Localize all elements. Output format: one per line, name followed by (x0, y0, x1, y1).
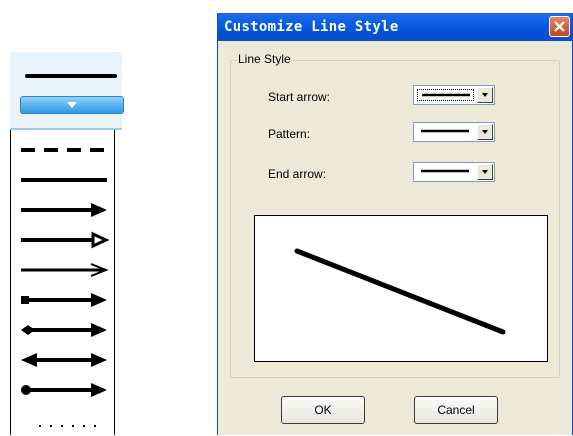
style-item-arrow-end[interactable] (11, 196, 114, 226)
dialog-title: Customize Line Style (224, 19, 399, 35)
start-arrow-dropdown-button[interactable] (477, 87, 493, 103)
ok-button[interactable]: OK (281, 396, 365, 424)
double-arrow-line-icon (21, 353, 107, 367)
style-item-thin-arrow-end[interactable] (11, 256, 114, 286)
group-label: Line Style (237, 52, 292, 66)
preview-line (294, 248, 506, 335)
picker-style-list (10, 130, 115, 435)
chevron-down-icon (482, 170, 488, 174)
picker-current-style[interactable] (10, 52, 124, 130)
open-arrow-end-line-icon (21, 231, 109, 249)
close-icon (554, 21, 565, 32)
chevron-down-icon (482, 130, 488, 134)
style-item-arrows-both[interactable] (11, 346, 114, 376)
dotted-line-icon (39, 425, 99, 427)
start-arrow-select[interactable] (413, 85, 495, 105)
arrow-end-line-icon (21, 203, 107, 217)
square-start-arrow-line-icon (21, 293, 107, 307)
chevron-down-icon (67, 102, 77, 108)
solid-line-icon (21, 178, 107, 182)
diamond-start-arrow-line-icon (21, 323, 107, 337)
style-item-solid[interactable] (11, 166, 114, 196)
close-button[interactable] (549, 16, 570, 37)
end-arrow-select[interactable] (413, 162, 495, 182)
end-arrow-dropdown-button[interactable] (477, 164, 493, 180)
style-item-open-arrow-end[interactable] (11, 226, 114, 256)
end-arrow-value (417, 166, 474, 178)
chevron-down-icon (482, 93, 488, 97)
dash-line-icon (21, 148, 107, 152)
line-preview-box (254, 215, 548, 362)
pattern-select[interactable] (413, 122, 495, 142)
customize-line-style-dialog: Customize Line Style Line Style Start ar… (217, 13, 573, 435)
thin-arrow-end-line-icon (21, 263, 109, 277)
picker-dropdown-button[interactable] (20, 96, 124, 114)
cancel-button[interactable]: Cancel (414, 396, 498, 424)
start-arrow-value (417, 89, 474, 101)
dot-start-arrow-line-icon (21, 383, 107, 397)
current-line-sample (25, 74, 117, 78)
pattern-dropdown-button[interactable] (477, 124, 493, 140)
style-item-dot-start[interactable] (11, 376, 114, 406)
dialog-titlebar[interactable]: Customize Line Style (218, 13, 572, 41)
style-item-dotted[interactable] (11, 406, 114, 436)
pattern-value (417, 126, 474, 138)
style-item-square-start[interactable] (11, 286, 114, 316)
style-item-dash[interactable] (11, 136, 114, 166)
pattern-label: Pattern: (268, 127, 311, 141)
style-item-diamond-start[interactable] (11, 316, 114, 346)
solid-line-icon (421, 129, 469, 133)
solid-line-icon (421, 169, 469, 173)
end-arrow-label: End arrow: (268, 167, 327, 181)
start-arrow-label: Start arrow: (268, 90, 331, 104)
solid-line-icon (422, 93, 470, 97)
